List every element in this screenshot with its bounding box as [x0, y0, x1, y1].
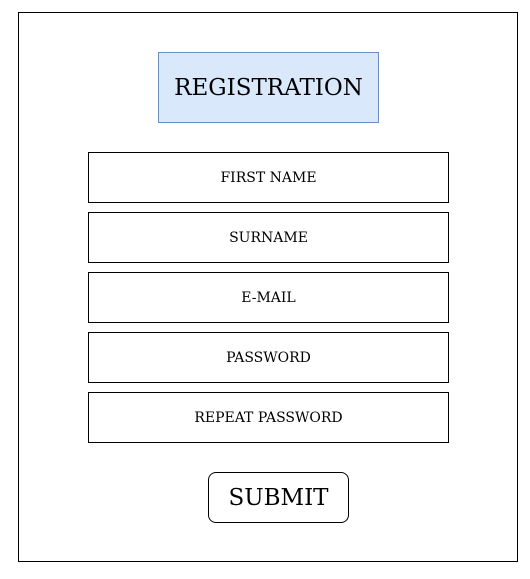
repeat-password-field[interactable]: REPEAT PASSWORD [88, 392, 449, 443]
submit-button[interactable]: SUBMIT [208, 472, 349, 523]
registration-title: REGISTRATION [158, 52, 379, 123]
password-field[interactable]: PASSWORD [88, 332, 449, 383]
email-field[interactable]: E-MAIL [88, 272, 449, 323]
first-name-field[interactable]: FIRST NAME [88, 152, 449, 203]
surname-field[interactable]: SURNAME [88, 212, 449, 263]
